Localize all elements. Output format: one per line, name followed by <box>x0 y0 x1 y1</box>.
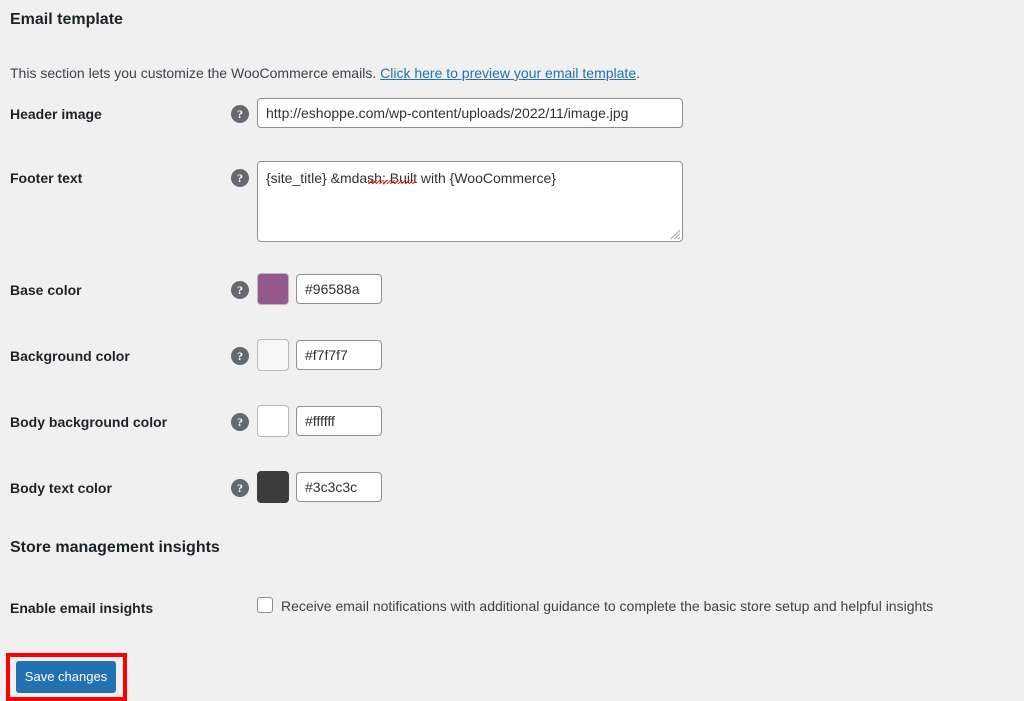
help-icon[interactable]: ? <box>231 347 249 365</box>
body-background-color-swatch[interactable] <box>257 405 289 437</box>
help-icon[interactable]: ? <box>231 105 249 123</box>
footer-text-textarea[interactable]: {site_title} &mdash; Built with {WooComm… <box>257 161 683 242</box>
save-changes-button[interactable]: Save changes <box>16 661 116 693</box>
footer-text-label: Footer text <box>10 170 83 186</box>
enable-email-insights-checkbox[interactable] <box>257 597 273 613</box>
body-background-color-hex-input[interactable] <box>296 406 382 436</box>
header-image-input[interactable] <box>257 98 683 128</box>
body-background-color-label: Body background color <box>10 414 168 430</box>
preview-email-template-link[interactable]: Click here to preview your email templat… <box>380 65 636 81</box>
help-icon[interactable]: ? <box>231 413 249 431</box>
section-description-text: This section lets you customize the WooC… <box>10 65 381 81</box>
help-icon[interactable]: ? <box>231 479 249 497</box>
header-image-label: Header image <box>10 106 102 122</box>
base-color-label: Base color <box>10 282 82 298</box>
section-description: This section lets you customize the WooC… <box>10 63 640 84</box>
body-text-color-swatch[interactable] <box>257 471 289 503</box>
background-color-label: Background color <box>10 348 130 364</box>
enable-email-insights-checkbox-label[interactable]: Receive email notifications with additio… <box>281 597 933 615</box>
base-color-hex-input[interactable] <box>296 274 382 304</box>
body-text-color-label: Body text color <box>10 480 112 496</box>
enable-email-insights-label: Enable email insights <box>10 600 154 616</box>
base-color-swatch[interactable] <box>257 273 289 305</box>
store-management-insights-title: Store management insights <box>10 539 220 556</box>
body-text-color-hex-input[interactable] <box>296 472 382 502</box>
section-description-period: . <box>636 65 640 81</box>
page-title: Email template <box>10 11 123 28</box>
woocommerce-email-settings-page: Email template This section lets you cus… <box>0 0 1024 701</box>
background-color-hex-input[interactable] <box>296 340 382 370</box>
background-color-swatch[interactable] <box>257 339 289 371</box>
help-icon[interactable]: ? <box>231 169 249 187</box>
help-icon[interactable]: ? <box>231 281 249 299</box>
